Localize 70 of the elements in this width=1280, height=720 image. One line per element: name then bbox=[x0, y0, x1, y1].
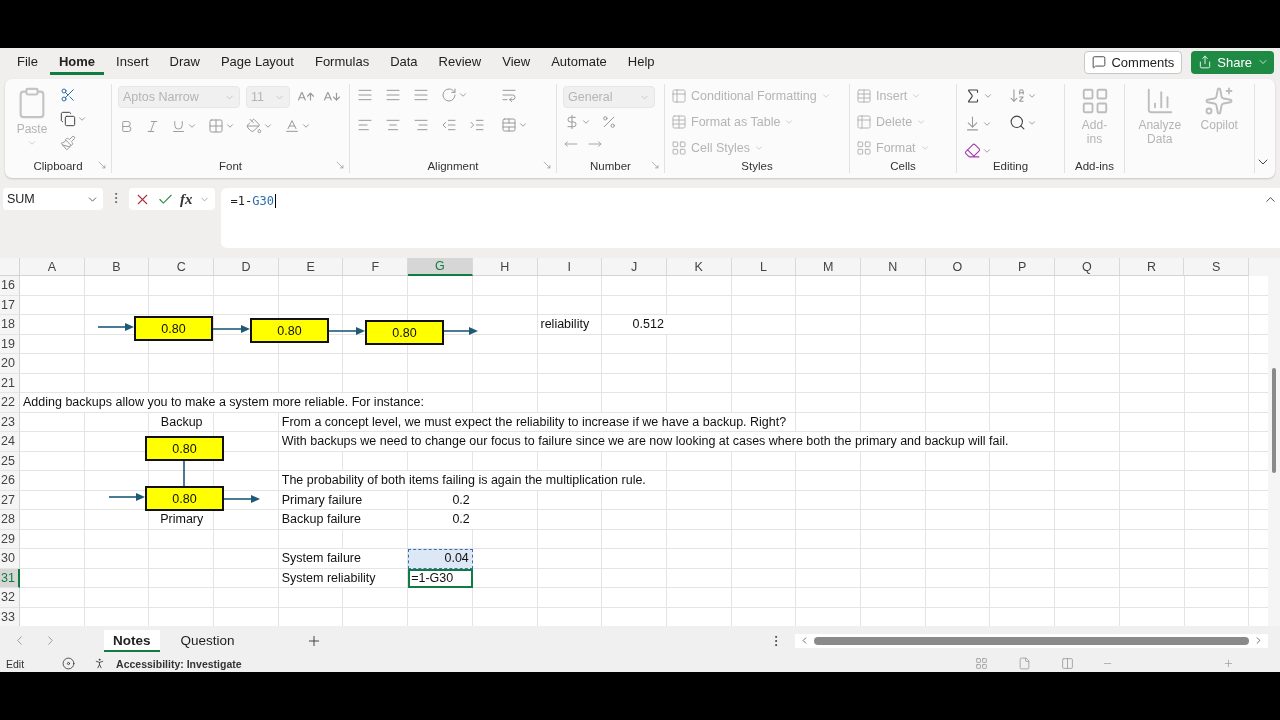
ribbon-tab[interactable]: Formulas bbox=[305, 49, 379, 75]
group-label: Add-ins bbox=[1075, 160, 1114, 173]
row-header[interactable]: 24 bbox=[0, 432, 20, 452]
column-header[interactable]: C bbox=[149, 258, 215, 276]
row-header[interactable]: 20 bbox=[0, 354, 20, 374]
formula-input[interactable]: =1-G30 bbox=[220, 188, 1280, 248]
column-header[interactable]: K bbox=[666, 258, 732, 276]
column-header[interactable]: H bbox=[472, 258, 538, 276]
row-header[interactable]: 21 bbox=[0, 373, 20, 393]
column-header[interactable]: R bbox=[1119, 258, 1185, 276]
accessibility-status[interactable]: Accessibility: Investigate bbox=[116, 657, 242, 670]
reliability-block: 0.80 bbox=[250, 318, 329, 343]
group-label: Alignment bbox=[427, 160, 479, 173]
row-header[interactable]: 17 bbox=[0, 295, 20, 315]
column-header[interactable]: D bbox=[214, 258, 279, 276]
ribbon-tab[interactable]: Insert bbox=[107, 49, 158, 75]
column-header[interactable]: M bbox=[796, 258, 861, 276]
sheet-tab[interactable]: Notes bbox=[104, 629, 160, 652]
comments-button[interactable]: Comments bbox=[1084, 50, 1183, 74]
column-header[interactable]: E bbox=[278, 258, 344, 276]
backup-block: 0.80 bbox=[145, 436, 224, 461]
row-header[interactable]: 27 bbox=[0, 490, 20, 510]
group-label: Clipboard bbox=[33, 160, 83, 173]
primary-block: 0.80 bbox=[145, 486, 224, 511]
sheet-tab[interactable]: Question bbox=[171, 629, 244, 652]
row-header[interactable]: 18 bbox=[0, 315, 20, 335]
cell-text: 0.04 bbox=[408, 549, 473, 569]
row-header[interactable]: 25 bbox=[0, 451, 20, 471]
column-header[interactable]: A bbox=[20, 258, 85, 276]
row-header[interactable]: 19 bbox=[0, 334, 20, 354]
column-header[interactable]: S bbox=[1184, 258, 1250, 276]
group-label: Number bbox=[590, 160, 631, 173]
status-mode: Edit bbox=[6, 657, 25, 670]
row-header[interactable]: 28 bbox=[0, 510, 20, 530]
row-header[interactable]: 23 bbox=[0, 412, 20, 432]
ribbon-tab[interactable]: Data bbox=[381, 49, 427, 75]
active-cell[interactable]: =1-G30 bbox=[408, 568, 473, 588]
row-header[interactable]: 16 bbox=[0, 276, 20, 296]
ribbon-tab[interactable]: Review bbox=[429, 49, 491, 75]
ribbon-tab[interactable]: File bbox=[8, 49, 47, 75]
ribbon-tab[interactable]: Draw bbox=[160, 49, 209, 75]
name-box[interactable]: SUM bbox=[3, 188, 103, 210]
share-button[interactable]: Share bbox=[1191, 50, 1274, 74]
group-label: Cells bbox=[890, 160, 916, 173]
insert-function-button[interactable]: fx bbox=[180, 190, 193, 208]
column-header[interactable]: O bbox=[925, 258, 991, 276]
ribbon-tab[interactable]: Page Layout bbox=[211, 49, 303, 75]
ribbon-tab[interactable]: Help bbox=[618, 49, 664, 75]
group-label: Styles bbox=[741, 160, 773, 173]
reliability-block: 0.80 bbox=[365, 320, 444, 345]
row-header[interactable]: 32 bbox=[0, 588, 20, 608]
row-header[interactable]: 22 bbox=[0, 393, 20, 413]
group-label: Font bbox=[219, 160, 242, 173]
column-header[interactable]: B bbox=[84, 258, 150, 276]
ribbon-tab[interactable]: View bbox=[493, 49, 540, 75]
column-header[interactable]: L bbox=[731, 258, 797, 276]
column-header[interactable]: Q bbox=[1055, 258, 1120, 276]
row-header[interactable]: 26 bbox=[0, 471, 20, 491]
column-header[interactable]: G bbox=[408, 258, 473, 276]
column-header[interactable]: N bbox=[860, 258, 926, 276]
row-header[interactable]: 30 bbox=[0, 549, 20, 569]
ribbon-tab[interactable]: Home bbox=[49, 49, 105, 75]
reliability-block: 0.80 bbox=[134, 316, 213, 341]
group-label: Editing bbox=[992, 160, 1029, 173]
column-header[interactable]: I bbox=[537, 258, 603, 276]
row-header[interactable]: 31 bbox=[0, 568, 20, 588]
row-header[interactable]: 29 bbox=[0, 529, 20, 549]
ribbon-tab[interactable]: Automate bbox=[542, 49, 616, 75]
column-header[interactable]: P bbox=[990, 258, 1055, 276]
column-header[interactable]: J bbox=[602, 258, 667, 276]
